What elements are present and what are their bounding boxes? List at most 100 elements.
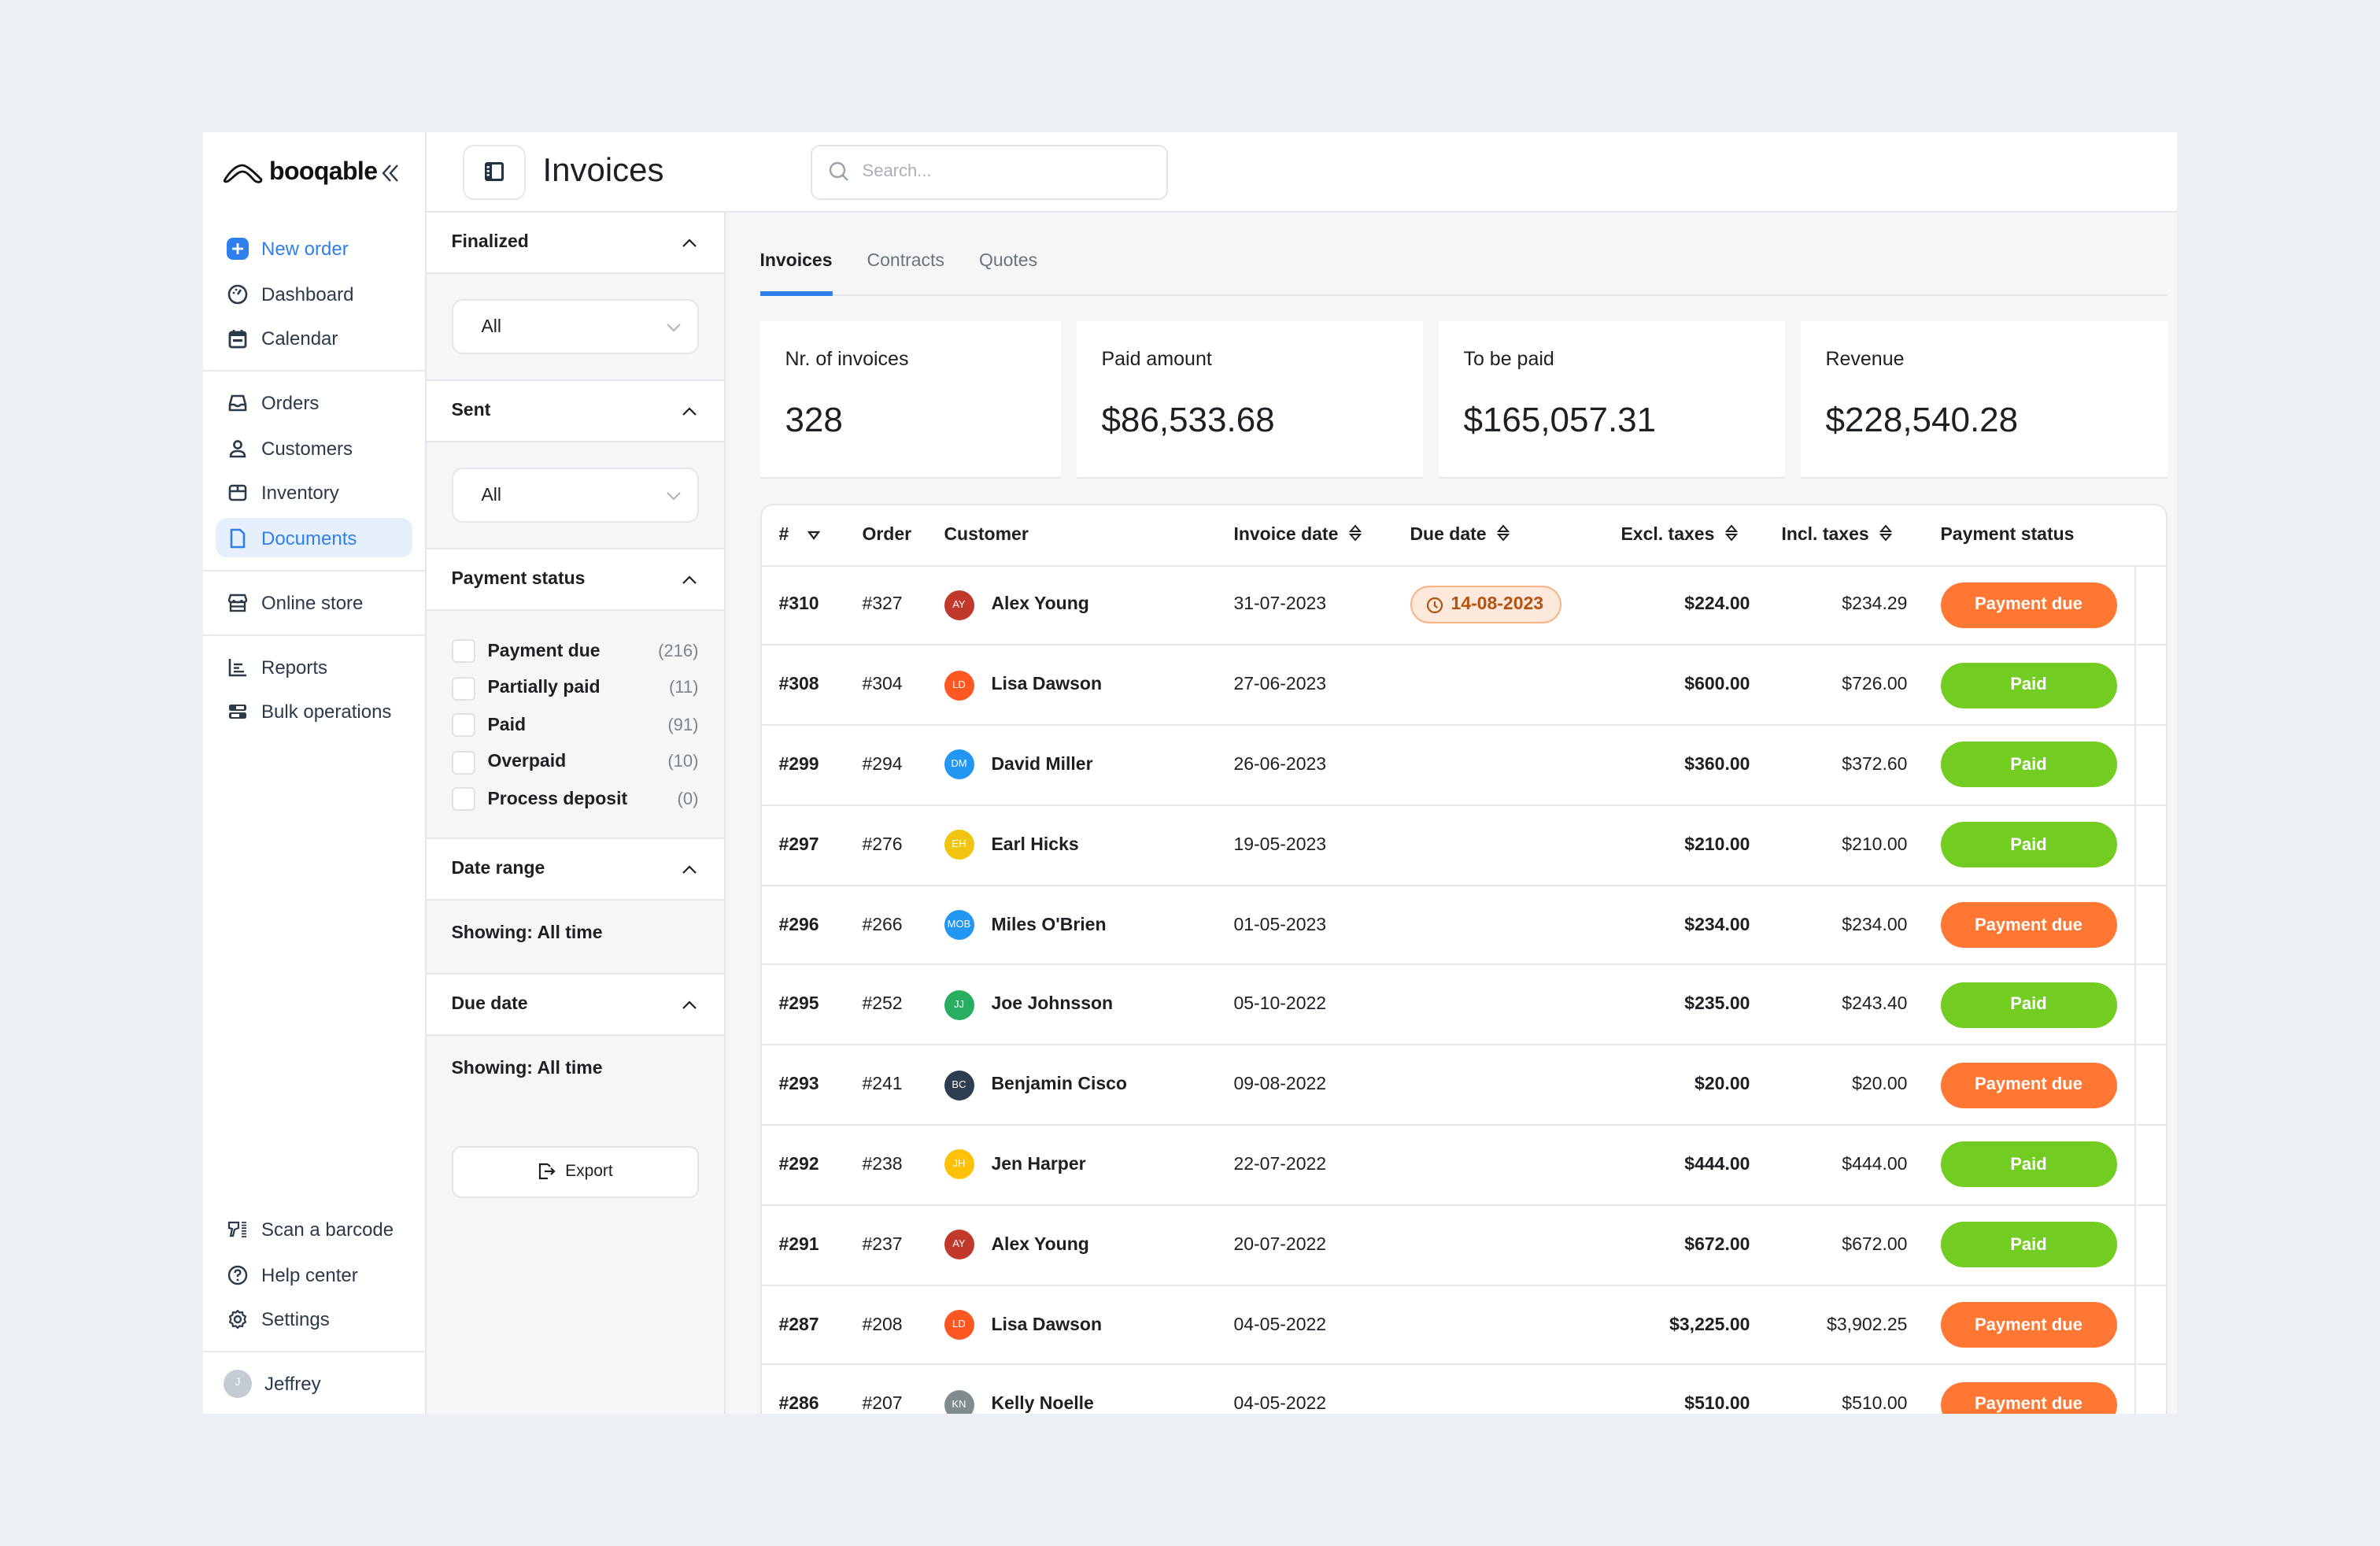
order-number[interactable]: #266 <box>862 885 944 966</box>
payment-status-badge[interactable]: Paid <box>1940 662 2117 708</box>
collapse-sidebar-button[interactable] <box>377 161 402 186</box>
tab-quotes[interactable]: Quotes <box>979 252 1037 294</box>
date-range-showing[interactable]: Showing: All time <box>426 900 724 974</box>
customer-cell[interactable]: LD Lisa Dawson <box>944 1285 1234 1366</box>
user-menu[interactable]: J Jeffrey <box>203 1351 425 1414</box>
sidebar-item-scan-barcode[interactable]: Scan a barcode <box>216 1210 412 1249</box>
filter-due-date-header[interactable]: Due date <box>426 974 724 1035</box>
amount-incl-taxes: $726.00 <box>1750 645 1908 727</box>
brand-logo[interactable]: booqable <box>224 159 378 187</box>
payment-status-option[interactable]: Partially paid (11) <box>451 670 698 707</box>
payment-status-option[interactable]: Paid (91) <box>451 707 698 744</box>
sent-select[interactable]: All <box>451 468 699 523</box>
customer-cell[interactable]: LD Lisa Dawson <box>944 645 1234 727</box>
customer-cell[interactable]: JJ Joe Johnsson <box>944 964 1234 1046</box>
sort-icon[interactable] <box>1349 523 1362 546</box>
sidebar-item-customers[interactable]: Customers <box>216 428 412 468</box>
table-row[interactable]: #310 #327 AY Alex Young 31-07-2023 14-08… <box>761 565 2166 646</box>
customer-cell[interactable]: DM David Miller <box>944 725 1234 806</box>
toggle-filter-panel-button[interactable] <box>462 144 526 199</box>
order-number[interactable]: #304 <box>862 645 944 727</box>
payment-status-badge[interactable]: Paid <box>1940 742 2117 788</box>
column-header-incl-taxes[interactable]: Incl. taxes <box>1750 505 1908 566</box>
order-number[interactable]: #241 <box>862 1045 944 1126</box>
new-order-button[interactable]: New order <box>216 229 412 268</box>
finalized-select[interactable]: All <box>451 299 699 354</box>
amount-incl-taxes: $672.00 <box>1750 1204 1908 1286</box>
payment-status-badge[interactable]: Payment due <box>1940 902 2117 949</box>
sort-icon[interactable] <box>1725 523 1739 546</box>
customer-cell[interactable]: AY Alex Young <box>944 1204 1234 1286</box>
table-row[interactable]: #308 #304 LD Lisa Dawson 27-06-2023 $600… <box>761 645 2166 727</box>
filter-date-range-header[interactable]: Date range <box>426 838 724 900</box>
sort-icon[interactable] <box>1497 523 1510 546</box>
customer-cell[interactable]: KN Kelly Noelle <box>944 1364 1234 1414</box>
filter-finalized-header[interactable]: Finalized <box>426 213 724 274</box>
checkbox[interactable] <box>451 750 475 775</box>
customer-cell[interactable]: EH Earl Hicks <box>944 804 1234 886</box>
sidebar-item-orders[interactable]: Orders <box>216 383 412 423</box>
table-row[interactable]: #299 #294 DM David Miller 26-06-2023 $36… <box>761 725 2166 806</box>
sidebar-item-settings[interactable]: Settings <box>216 1300 412 1339</box>
sidebar-item-calendar[interactable]: Calendar <box>216 319 412 358</box>
column-header-due-date[interactable]: Due date <box>1410 505 1593 566</box>
filter-sent-header[interactable]: Sent <box>426 381 724 442</box>
column-header-number[interactable]: # <box>761 505 863 566</box>
table-row[interactable]: #291 #237 AY Alex Young 20-07-2022 $672.… <box>761 1204 2166 1286</box>
payment-status-badge[interactable]: Payment due <box>1940 1062 2117 1108</box>
order-number[interactable]: #252 <box>862 964 944 1046</box>
sort-icon[interactable] <box>1879 523 1893 546</box>
table-row[interactable]: #297 #276 EH Earl Hicks 19-05-2023 $210.… <box>761 804 2166 886</box>
filter-payment-status-header[interactable]: Payment status <box>426 549 724 611</box>
column-header-invoice-date[interactable]: Invoice date <box>1233 505 1410 566</box>
payment-status-badge[interactable]: Paid <box>1940 1222 2117 1268</box>
sidebar-item-documents[interactable]: Documents <box>216 518 412 557</box>
payment-status-badge[interactable]: Paid <box>1940 822 2117 868</box>
table-row[interactable]: #293 #241 BC Benjamin Cisco 09-08-2022 $… <box>761 1045 2166 1126</box>
amount-excl-taxes: $672.00 <box>1592 1204 1750 1286</box>
sidebar-item-help-center[interactable]: Help center <box>216 1255 412 1294</box>
option-label: Payment due <box>487 642 601 661</box>
order-number[interactable]: #207 <box>862 1364 944 1414</box>
customer-cell[interactable]: BC Benjamin Cisco <box>944 1045 1234 1126</box>
sidebar-item-inventory[interactable]: Inventory <box>216 473 412 512</box>
sort-descending-icon[interactable] <box>808 525 821 544</box>
sidebar-item-dashboard[interactable]: Dashboard <box>216 274 412 313</box>
table-row[interactable]: #296 #266 MOB Miles O'Brien 01-05-2023 $… <box>761 885 2166 966</box>
checkbox[interactable] <box>451 713 475 738</box>
payment-status-option[interactable]: Overpaid (10) <box>451 744 698 781</box>
export-button[interactable]: Export <box>451 1145 699 1197</box>
column-header-excl-taxes[interactable]: Excl. taxes <box>1592 505 1750 566</box>
sidebar-item-online-store[interactable]: Online store <box>216 583 412 622</box>
order-number[interactable]: #294 <box>862 725 944 806</box>
payment-status-option[interactable]: Payment due (216) <box>451 633 698 670</box>
checkbox[interactable] <box>451 787 475 812</box>
order-number[interactable]: #327 <box>862 565 944 646</box>
sidebar-item-reports[interactable]: Reports <box>216 647 412 686</box>
due-date-showing[interactable]: Showing: All time <box>426 1035 723 1101</box>
table-row[interactable]: #286 #207 KN Kelly Noelle 04-05-2022 $51… <box>761 1364 2166 1414</box>
order-number[interactable]: #237 <box>862 1204 944 1286</box>
payment-status-badge[interactable]: Paid <box>1940 1141 2117 1188</box>
search-input[interactable] <box>862 162 1146 181</box>
tab-contracts[interactable]: Contracts <box>867 252 944 294</box>
order-number[interactable]: #208 <box>862 1285 944 1366</box>
customer-cell[interactable]: AY Alex Young <box>944 565 1234 646</box>
checkbox[interactable] <box>451 639 475 664</box>
table-row[interactable]: #287 #208 LD Lisa Dawson 04-05-2022 $3,2… <box>761 1285 2166 1366</box>
customer-cell[interactable]: MOB Miles O'Brien <box>944 885 1234 966</box>
order-number[interactable]: #238 <box>862 1125 944 1206</box>
search-box[interactable] <box>810 144 1168 199</box>
checkbox[interactable] <box>451 676 475 701</box>
tab-invoices[interactable]: Invoices <box>759 252 833 296</box>
payment-status-badge[interactable]: Payment due <box>1940 582 2117 628</box>
payment-status-badge[interactable]: Payment due <box>1940 1302 2117 1348</box>
payment-status-option[interactable]: Process deposit (0) <box>451 781 698 818</box>
order-number[interactable]: #276 <box>862 804 944 886</box>
payment-status-badge[interactable]: Payment due <box>1940 1381 2117 1414</box>
customer-cell[interactable]: JH Jen Harper <box>944 1125 1234 1206</box>
payment-status-badge[interactable]: Paid <box>1940 982 2117 1028</box>
table-row[interactable]: #295 #252 JJ Joe Johnsson 05-10-2022 $23… <box>761 964 2166 1046</box>
sidebar-item-bulk-operations[interactable]: Bulk operations <box>216 692 412 731</box>
table-row[interactable]: #292 #238 JH Jen Harper 22-07-2022 $444.… <box>761 1125 2166 1206</box>
